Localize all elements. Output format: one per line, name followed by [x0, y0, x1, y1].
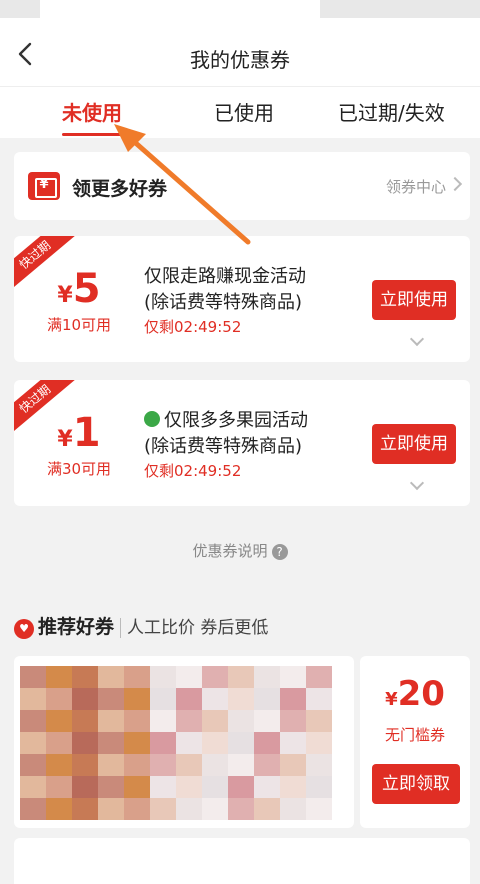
recommended-item-partial[interactable]	[14, 838, 470, 884]
status-bar	[0, 0, 480, 22]
coupon-tabs: 未使用 已使用 已过期/失效	[0, 86, 480, 138]
coupon-description: 仅限多多果园活动 (除话费等特殊商品)	[144, 410, 308, 457]
coupon-center-link[interactable]: 领券中心	[386, 176, 446, 197]
page-title: 我的优惠券	[190, 48, 290, 72]
tab-unused[interactable]: 未使用	[62, 97, 122, 126]
coupon-card: 快过期 ¥5 满10可用 仅限走路赚现金活动 (除话费等特殊商品) 仅剩02:4…	[14, 236, 470, 362]
recommended-product-image[interactable]	[14, 656, 354, 828]
expand-details-icon[interactable]	[409, 331, 425, 347]
use-now-button[interactable]: 立即使用	[372, 280, 456, 320]
min-spend-label: 满30可用	[46, 460, 112, 478]
remaining-time: 仅剩02:49:52	[144, 318, 242, 336]
collect-more-label: 领更多好券	[72, 178, 168, 200]
coupon-explanation-link[interactable]: 优惠券说明?	[0, 540, 480, 561]
recommended-coupon: ¥20 无门槛券 立即领取	[360, 656, 470, 828]
coupon-amount: ¥1 满30可用	[34, 410, 124, 479]
coupon-ticket-icon: ¥	[28, 172, 60, 200]
coupon-amount: ¥20	[385, 674, 445, 714]
status-blur	[0, 0, 40, 18]
top-nav-bar: 我的优惠券	[0, 22, 480, 86]
active-tab-indicator	[62, 133, 124, 136]
expand-details-icon[interactable]	[409, 475, 425, 491]
blurred-product-image	[20, 666, 332, 820]
chevron-right-icon	[447, 176, 463, 192]
coupon-card: 快过期 ¥1 满30可用 仅限多多果园活动 (除话费等特殊商品) 仅剩02:49…	[14, 380, 470, 506]
help-icon: ?	[271, 544, 288, 560]
no-threshold-label: 无门槛券	[384, 726, 445, 744]
coupon-amount: ¥5 满10可用	[34, 266, 124, 335]
claim-now-button[interactable]: 立即领取	[372, 764, 460, 804]
orchard-tree-icon	[144, 411, 160, 427]
status-blur	[320, 0, 480, 18]
heart-icon: ♥	[14, 619, 34, 639]
tab-used[interactable]: 已使用	[214, 97, 274, 126]
collect-more-coupons-row[interactable]: ¥ 领更多好券 领券中心	[14, 152, 470, 220]
remaining-time: 仅剩02:49:52	[144, 462, 242, 480]
tab-expired[interactable]: 已过期/失效	[338, 97, 445, 126]
min-spend-label: 满10可用	[46, 316, 112, 334]
recommended-coupons-header: ♥ 推荐好券 人工比价 券后更低	[14, 612, 269, 639]
coupon-description: 仅限走路赚现金活动 (除话费等特殊商品)	[144, 266, 306, 313]
use-now-button[interactable]: 立即使用	[372, 424, 456, 464]
